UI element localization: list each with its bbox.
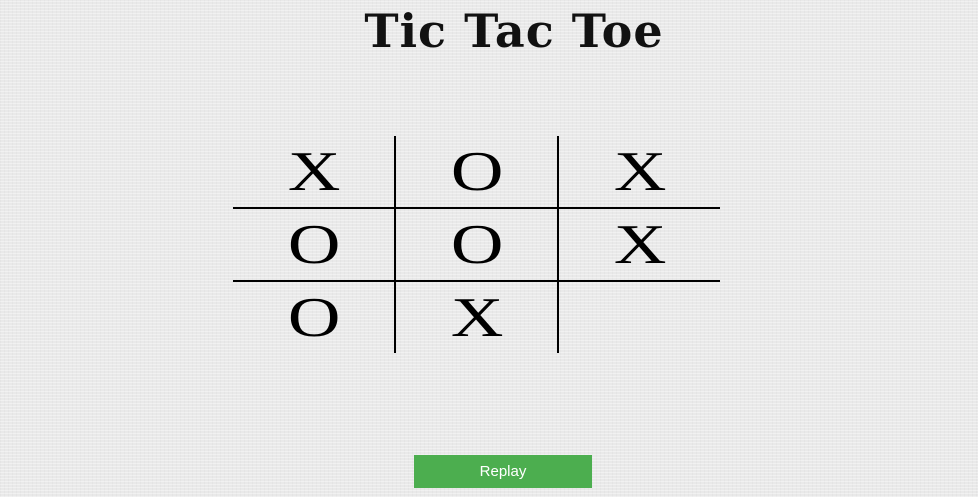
cell-mark: O (450, 214, 504, 276)
replay-button[interactable]: Replay (414, 455, 592, 488)
cell-mark: X (287, 141, 341, 203)
board-cell-6[interactable]: X (559, 209, 721, 281)
board-cell-5[interactable]: O (396, 209, 558, 281)
cell-mark: X (613, 214, 667, 276)
cell-mark: X (613, 141, 667, 203)
board-cell-2[interactable]: O (396, 136, 558, 208)
board-cell-9[interactable] (559, 282, 721, 354)
cell-mark: O (287, 287, 341, 349)
game-title: Tic Tac Toe (364, 4, 664, 58)
board-cell-3[interactable]: X (559, 136, 721, 208)
board-cell-1[interactable]: X (233, 136, 395, 208)
board-cell-8[interactable]: X (396, 282, 558, 354)
cell-mark: X (450, 287, 504, 349)
game-board: X O X O O X O X (233, 136, 720, 353)
cell-mark: O (287, 214, 341, 276)
board-cell-7[interactable]: O (233, 282, 395, 354)
cell-mark: O (450, 141, 504, 203)
board-cell-4[interactable]: O (233, 209, 395, 281)
